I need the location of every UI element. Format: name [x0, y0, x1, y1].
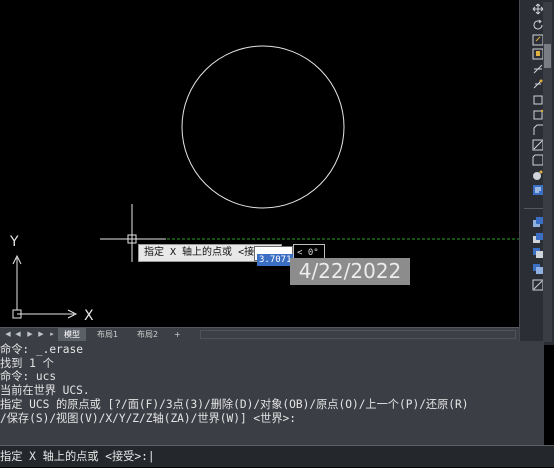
add-layout-button[interactable]: + — [168, 328, 187, 341]
first-tab-icon[interactable]: ◀ — [4, 330, 12, 339]
history-line: /保存(S)/视图(V)/X/Y/Z/Z轴(ZA)/世界(W)] <世界>: — [0, 411, 297, 425]
tab-scroll-icon[interactable]: ▸ — [48, 330, 56, 339]
prev-tab-icon[interactable]: ◀ — [14, 330, 22, 339]
vertical-scrollbar[interactable] — [543, 2, 552, 342]
drawing-svg: Y X — [9, 45, 519, 324]
command-line-input[interactable]: 指定 X 轴上的点或 <接受>:| — [0, 445, 554, 467]
layout-tab-bar: ◀ ◀ ▶ ▶ ▸ 模型 布局1 布局2 + — [0, 327, 519, 341]
last-tab-icon[interactable]: ▶ — [37, 330, 45, 339]
scrollbar-thumb[interactable] — [544, 44, 551, 68]
history-line: 当前在世界 UCS. — [0, 384, 90, 398]
dynamic-input-value[interactable]: 3.7071 — [257, 254, 294, 266]
date-stamp: 4/22/2022 — [290, 258, 410, 285]
dynamic-input-field[interactable]: 3.7071 — [254, 246, 294, 266]
drawing-canvas[interactable]: Y X 指定 X 轴上的点或 <接受>: 3.7071 < 0° 4/22/20… — [0, 0, 519, 327]
history-line: 命令: ucs — [0, 370, 57, 384]
command-history: 命令: _.erase 找到 1 个 命令: ucs 当前在世界 UCS. 指定… — [0, 341, 544, 445]
history-line: 找到 1 个 — [0, 356, 54, 370]
history-line: 指定 UCS 的原点或 [?/面(F)/3点(3)/删除(D)/对象(OB)/原… — [0, 397, 469, 411]
next-tab-icon[interactable]: ▶ — [26, 330, 34, 339]
ucs-y-label: Y — [9, 234, 19, 250]
horizontal-scrollbar[interactable] — [200, 330, 516, 339]
history-line: 命令: _.erase — [0, 343, 83, 356]
circle-entity[interactable] — [181, 45, 345, 209]
tab-model[interactable]: 模型 — [58, 328, 86, 341]
tab-layout2[interactable]: 布局2 — [131, 328, 164, 341]
ucs-x-label: X — [84, 308, 94, 324]
tab-layout1[interactable]: 布局1 — [91, 328, 124, 341]
